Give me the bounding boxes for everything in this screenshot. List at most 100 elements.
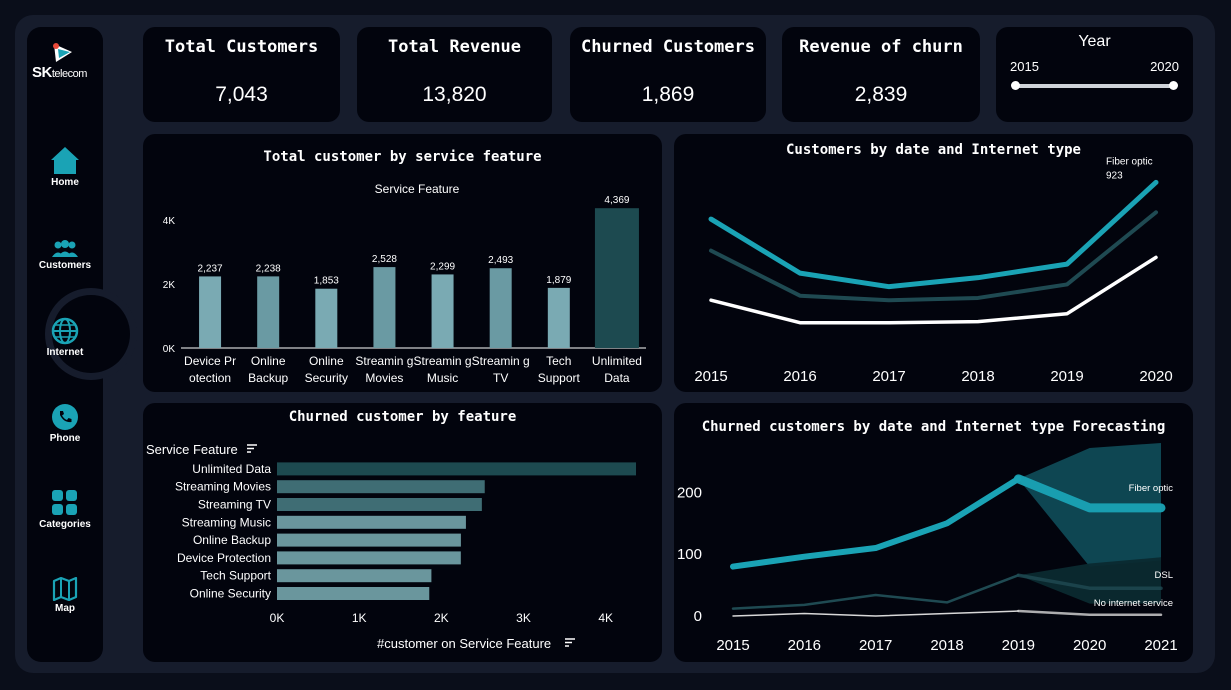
bar-value-label: 4,369 — [604, 195, 629, 206]
x-tick-label: 3K — [516, 611, 531, 625]
sidebar-item-phone[interactable]: Phone — [27, 403, 103, 444]
x-tick-label: 2017 — [859, 637, 892, 654]
x-axis-title: #customer on Service Feature — [377, 636, 551, 651]
chart-subtitle: Service Feature — [375, 182, 460, 196]
x-tick-label: 2018 — [961, 368, 994, 385]
kpi-title: Churned Customers — [581, 37, 755, 57]
globe-icon — [51, 317, 79, 345]
bar-value-label: 1,853 — [314, 276, 339, 287]
panel-customers-by-date: Customers by date and Internet type 2015… — [674, 134, 1193, 392]
x-tick-label: Unlimited Data — [592, 354, 642, 385]
chart-churn-forecast: 0 100 200 2015 2016 2017 2018 2019 2020 2021 Fiber… — [677, 443, 1178, 654]
phone-icon — [52, 404, 78, 430]
bar — [277, 462, 637, 476]
x-tick-label: 2015 — [716, 637, 749, 654]
logo-mark-icon — [53, 43, 72, 62]
y-tick-label: Streaming Movies — [175, 480, 271, 494]
panel-churn-forecast: Churned customers by date and Internet t… — [674, 403, 1193, 662]
bar — [277, 498, 482, 511]
x-tick-label: 2016 — [788, 637, 821, 654]
x-tick-label: Device Pr otection — [184, 354, 236, 385]
x-tick-label: Tech Support — [538, 354, 581, 385]
series-line — [732, 610, 1020, 617]
series-label: DSL — [1155, 570, 1173, 581]
y-tick-label: 100 — [677, 546, 702, 563]
year-slider-start-handle[interactable] — [1011, 81, 1020, 90]
x-tick-label: 2019 — [1002, 637, 1035, 654]
kpi-value: 13,820 — [422, 83, 487, 106]
sidebar-item-map[interactable]: Map — [27, 577, 103, 614]
sort-icon — [247, 444, 257, 453]
year-filter-title: Year — [1078, 33, 1111, 50]
x-tick-label: Streamin g Movies — [355, 354, 413, 385]
sidebar-item-label: Internet — [46, 347, 84, 358]
panel-churned-by-feature: Churned customer by feature Service Feat… — [143, 403, 662, 662]
brand-logo[interactable]: SKtelecom — [30, 40, 102, 90]
x-tick-label: 0K — [270, 611, 285, 625]
x-tick-label: Streamin g Music — [414, 354, 472, 385]
sidebar-item-internet[interactable]: Internet — [27, 317, 103, 358]
bar-value-label: 2,237 — [198, 263, 223, 274]
sidebar-item-customers[interactable]: Customers — [27, 238, 103, 271]
x-tick-label: 2016 — [783, 368, 816, 385]
kpi-value: 7,043 — [215, 83, 268, 106]
kpi-value: 1,869 — [641, 83, 695, 106]
kpi-total-customers: Total Customers 7,043 — [143, 27, 340, 122]
kpi-title: Total Revenue — [387, 37, 522, 57]
forecast-line — [1017, 609, 1163, 617]
sidebar-item-label: Home — [51, 177, 79, 188]
sidebar-item-categories[interactable]: Categories — [27, 489, 103, 530]
sidebar-item-home[interactable]: Home — [27, 145, 103, 188]
sidebar-item-label: Customers — [38, 260, 92, 271]
bar — [199, 276, 222, 348]
bar — [277, 569, 432, 583]
year-filter: Year 2015 2020 — [996, 27, 1193, 122]
bar-value-label: 2,299 — [430, 261, 455, 272]
sidebar-item-label: Map — [55, 603, 75, 614]
y-tick-label: Online Backup — [193, 533, 271, 547]
bar — [594, 208, 639, 348]
x-tick-label: 1K — [352, 611, 367, 625]
year-max-label: 2020 — [1150, 59, 1179, 74]
year-range-slider[interactable] — [1011, 81, 1178, 90]
x-tick-label: Online Backup — [248, 354, 288, 385]
x-tick-label: 2020 — [1139, 368, 1172, 385]
x-tick-label: Online Security — [305, 354, 348, 385]
bar-value-label: 2,493 — [488, 255, 513, 266]
annotation-value: 923 — [1106, 170, 1123, 181]
y-tick-label: Tech Support — [200, 569, 271, 583]
year-slider-end-handle[interactable] — [1169, 81, 1178, 90]
kpi-value: 2,839 — [854, 83, 908, 106]
x-tick-label: 2K — [434, 611, 449, 625]
annotation-series-name: Fiber optic — [1106, 156, 1153, 167]
series-label: No internet service — [1094, 598, 1173, 609]
brand-name: SKtelecom — [32, 64, 87, 81]
y-tick-label: Online Security — [190, 587, 271, 601]
bar — [277, 533, 461, 547]
x-tick-label: 2015 — [694, 368, 727, 385]
sidebar-item-label: Phone — [49, 433, 81, 444]
bar — [277, 587, 430, 600]
y-tick-label: 0K — [163, 344, 176, 355]
x-tick-label: 4K — [598, 611, 613, 625]
bar — [373, 267, 396, 348]
series-line — [731, 573, 1020, 610]
y-tick-label: 200 — [677, 484, 702, 501]
map-icon — [52, 577, 78, 601]
y-axis-title: Service Feature — [146, 442, 238, 457]
x-tick-label: 2021 — [1144, 637, 1177, 654]
series-label: Fiber optic — [1129, 483, 1174, 494]
grid-icon — [52, 490, 77, 515]
x-tick-label: 2020 — [1073, 637, 1106, 654]
kpi-revenue-of-churn: Revenue of churn 2,839 — [782, 27, 980, 122]
chart-churned-by-feature: Service Feature Unlimited Data Streaming M… — [146, 442, 637, 651]
x-tick-label: Streamin g TV — [472, 354, 530, 385]
kpi-title: Total Customers — [164, 37, 319, 57]
bar — [315, 288, 338, 348]
series-line — [708, 179, 1159, 290]
year-min-label: 2015 — [1010, 59, 1039, 74]
sort-icon — [565, 638, 575, 647]
home-icon — [51, 147, 79, 174]
y-tick-label: 0 — [694, 608, 702, 625]
chart-customers-by-date: 2015 2016 2017 2018 2019 2020 Fiber optic 923 — [694, 156, 1172, 385]
